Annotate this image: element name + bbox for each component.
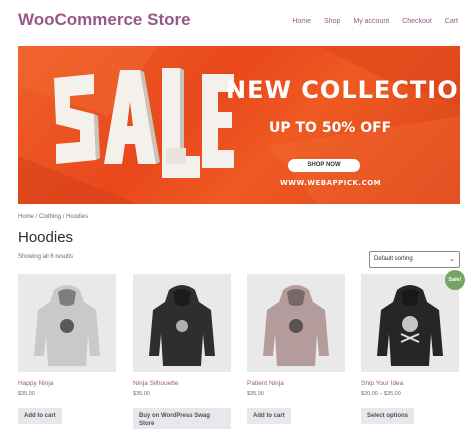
hoodie-image xyxy=(149,285,215,366)
page-title: Hoodies xyxy=(18,229,74,246)
sale-banner[interactable]: NEW COLLECTION UP TO 50% OFF SHOP NOW WW… xyxy=(18,46,460,204)
banner-subheadline: UP TO 50% OFF xyxy=(269,120,392,136)
add-to-cart-button[interactable]: Add to cart xyxy=(18,408,62,424)
chevron-down-icon: ⌄ xyxy=(449,256,455,263)
product-card: Patient Ninja $35.00 Add to cart xyxy=(247,274,345,424)
product-card: Ninja Silhouette $35.00 Buy on WordPress… xyxy=(133,274,231,429)
site-title[interactable]: WooCommerce Store xyxy=(18,10,191,30)
main-nav: Home Shop My account Checkout Cart xyxy=(292,18,458,25)
nav-my-account[interactable]: My account xyxy=(353,18,389,25)
banner-headline: NEW COLLECTION xyxy=(226,76,460,104)
hoodie-image xyxy=(34,285,100,366)
nav-cart[interactable]: Cart xyxy=(445,18,458,25)
sort-select-value: Default sorting xyxy=(374,256,413,262)
breadcrumb: Home / Clothing / Hoodies xyxy=(18,214,88,220)
product-image[interactable] xyxy=(247,274,345,372)
product-name[interactable]: Happy Ninja xyxy=(18,380,53,387)
nav-shop[interactable]: Shop xyxy=(324,18,340,25)
product-image[interactable] xyxy=(133,274,231,372)
site-header: WooCommerce Store Home Shop My account C… xyxy=(0,0,474,44)
add-to-cart-button[interactable]: Add to cart xyxy=(247,408,291,424)
hoodie-image xyxy=(263,285,329,366)
product-image[interactable] xyxy=(18,274,116,372)
select-options-button[interactable]: Select options xyxy=(361,408,415,424)
breadcrumb-clothing[interactable]: Clothing xyxy=(39,214,61,220)
sort-select[interactable]: Default sorting ⌄ xyxy=(369,251,460,268)
product-price: $30.00 – $35.00 xyxy=(361,391,401,397)
breadcrumb-current: Hoodies xyxy=(66,214,89,220)
sale-badge: Sale! xyxy=(445,270,465,290)
product-price: $35.00 xyxy=(18,391,35,397)
buy-on-swag-store-button[interactable]: Buy on WordPress Swag Store xyxy=(133,408,231,429)
nav-checkout[interactable]: Checkout xyxy=(402,18,432,25)
product-price: $35.00 xyxy=(247,391,264,397)
breadcrumb-home[interactable]: Home xyxy=(18,214,34,220)
product-name[interactable]: Ship Your Idea xyxy=(361,380,403,387)
result-count: Showing all 6 results xyxy=(18,254,74,260)
product-name[interactable]: Ninja Silhouette xyxy=(133,380,179,387)
product-card: Sale! Ship Your Idea $30.00 – $35.00 Sel… xyxy=(361,270,465,424)
sale-graphic xyxy=(54,68,234,178)
nav-home[interactable]: Home xyxy=(292,18,311,25)
banner-url: WWW.WEBAPPICK.COM xyxy=(280,179,382,187)
hoodie-image xyxy=(377,285,443,366)
shop-now-button[interactable]: SHOP NOW xyxy=(288,159,360,172)
product-card: Happy Ninja $35.00 Add to cart xyxy=(18,274,116,424)
product-price: $35.00 xyxy=(133,391,150,397)
product-image[interactable]: Sale! xyxy=(361,270,465,372)
product-name[interactable]: Patient Ninja xyxy=(247,380,284,387)
